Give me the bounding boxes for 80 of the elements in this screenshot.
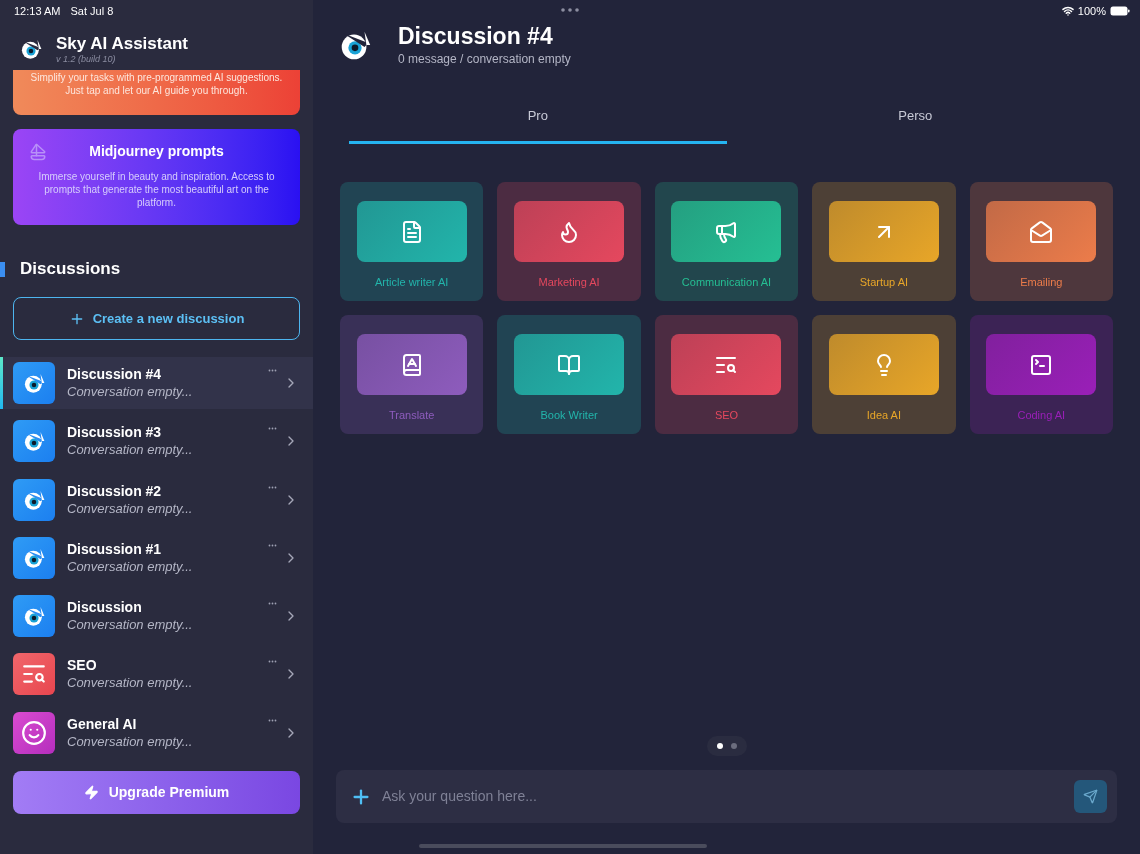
discussion-subtitle: Conversation empty...	[67, 441, 194, 460]
lightning-icon	[83, 785, 99, 801]
megaphone-icon	[714, 219, 739, 244]
more-icon[interactable]	[268, 660, 277, 664]
envelope-icon	[1029, 219, 1054, 244]
tab[interactable]: Pro	[349, 106, 727, 144]
tile-label: Startup AI	[859, 275, 909, 290]
battery-level: 100%	[1077, 3, 1106, 19]
section-title: Discussions	[20, 258, 121, 281]
tile-label: Translate	[388, 408, 435, 423]
more-icon[interactable]	[268, 369, 277, 372]
assistant-tile[interactable]: Marketing AI	[497, 182, 641, 301]
tile-label: Marketing AI	[538, 275, 600, 290]
more-icon[interactable]	[268, 602, 277, 606]
tile-label: Book Writer	[540, 408, 598, 423]
avatar-icon	[13, 711, 55, 754]
discussion-subtitle: Conversation empty...	[67, 557, 194, 576]
discussion-subtitle: Conversation empty...	[67, 674, 194, 693]
discussion-title: Discussion	[67, 598, 143, 617]
multitasking-icon[interactable]	[561, 8, 579, 12]
send-button[interactable]	[1074, 780, 1107, 813]
discussion-title: Discussion #1	[67, 539, 163, 558]
discussion-item[interactable]: Discussion #1 Conversation empty...	[0, 531, 313, 584]
promo-description: Simplify your tasks with pre-programmed AI suggestions. Just tap and let our AI guide you through.	[29, 71, 284, 97]
tile-label: SEO	[714, 408, 739, 423]
assistant-tile[interactable]: Emailing	[969, 182, 1113, 301]
more-icon[interactable]	[268, 427, 277, 431]
discussion-title: Discussion #4	[67, 365, 163, 383]
assistant-tile[interactable]: Startup AI	[812, 182, 956, 301]
app-version: v 1.2 (build 10)	[56, 54, 117, 64]
more-icon[interactable]	[268, 718, 277, 722]
discussion-subtitle: Conversation empty...	[67, 383, 194, 401]
discussion-title: Discussion #2	[67, 481, 163, 500]
sailboat-icon	[29, 143, 47, 161]
create-discussion-button[interactable]: Create a new discussion	[13, 297, 300, 340]
tile-label: Article writer AI	[375, 275, 449, 290]
discussion-item[interactable]: Discussion #3 Conversation empty...	[0, 415, 313, 468]
terminal-icon	[1029, 352, 1054, 377]
tile-label: Communication AI	[681, 275, 772, 290]
discussion-item[interactable]: General AI Conversation empty...	[0, 706, 313, 759]
discussion-title: Discussion #3	[67, 423, 163, 442]
wifi-icon	[1061, 5, 1074, 17]
tab[interactable]: Perso	[726, 106, 1104, 144]
assistant-tile[interactable]: Translate	[340, 315, 484, 434]
discussion-title: SEO	[67, 656, 98, 675]
assistant-tile[interactable]: Book Writer	[497, 315, 641, 434]
discussion-subtitle: Conversation empty...	[67, 732, 194, 751]
app-name: Sky AI Assistant	[56, 34, 188, 54]
discussion-status: 0 message / conversation empty	[398, 51, 571, 68]
discussion-item[interactable]: Discussion #4 Conversation empty...	[0, 357, 313, 409]
discussion-item[interactable]: Discussion #2 Conversation empty...	[0, 473, 313, 526]
discussion-title: General AI	[67, 714, 138, 733]
discussion-subtitle: Conversation empty...	[67, 616, 194, 635]
promo-title: Midjourney prompts	[89, 142, 224, 161]
assistant-tile[interactable]: SEO	[654, 315, 799, 434]
discussion-heading: Discussion #4	[398, 22, 554, 50]
status-time: 12:13 AM	[14, 3, 61, 19]
assistant-tile[interactable]: Idea AI	[812, 315, 956, 434]
discussion-item[interactable]: Discussion Conversation empty...	[0, 590, 313, 643]
tile-label: Coding AI	[1017, 408, 1066, 423]
question-field[interactable]: Ask your question here...	[382, 786, 1064, 807]
book-icon	[557, 352, 582, 377]
avatar-icon	[13, 653, 55, 696]
section-marker	[0, 261, 5, 277]
assistant-tile[interactable]: Article writer AI	[340, 182, 484, 301]
discussion-subtitle: Conversation empty...	[67, 499, 194, 518]
more-icon[interactable]	[268, 485, 277, 489]
send-icon	[1083, 789, 1098, 804]
assistant-tile[interactable]: Communication AI	[654, 182, 799, 301]
tile-label: Idea AI	[866, 408, 901, 423]
discussion-item[interactable]: SEO Conversation empty...	[0, 648, 313, 701]
composer-bar[interactable]: Ask your question here...	[336, 770, 1117, 823]
status-date: Sat Jul 8	[70, 3, 114, 19]
promo-card[interactable]: Midjourney prompts Immerse yourself in beauty and inspiration. Access to prompts that generate the most beautiful art on the platform.	[13, 129, 300, 225]
battery-icon	[1110, 6, 1130, 16]
promo-card[interactable]: Simplify your tasks with pre-programmed AI suggestions. Just tap and let our AI guide you through.	[13, 70, 300, 115]
promo-description: Immerse yourself in beauty and inspiration. Access to prompts that generate the most beautiful art on the platform.	[37, 170, 276, 209]
tile-label: Emailing	[1020, 275, 1063, 290]
upgrade-button[interactable]: Upgrade Premium	[13, 771, 300, 815]
more-icon[interactable]	[268, 543, 277, 547]
